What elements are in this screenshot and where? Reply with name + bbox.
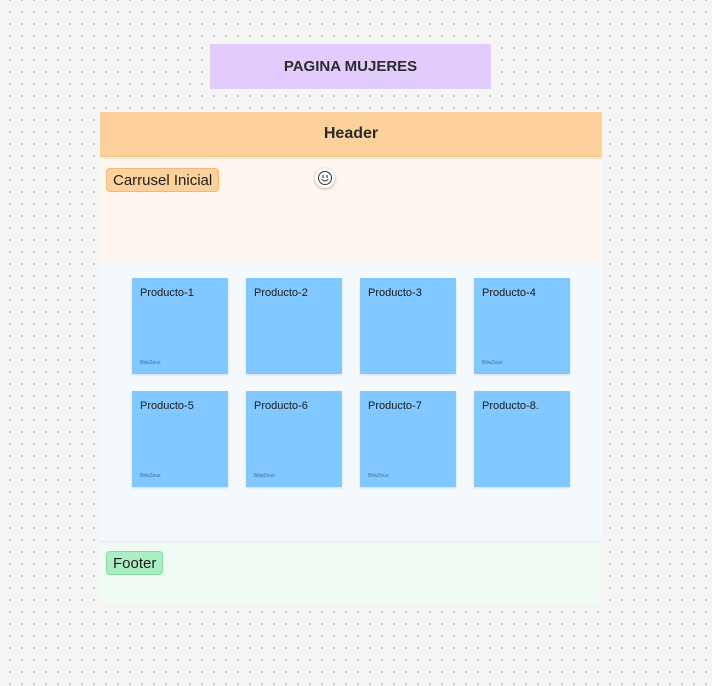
smiley-face-icon[interactable] xyxy=(315,168,335,188)
product-card-author: BitwZeus xyxy=(254,473,275,479)
header-label: Header xyxy=(323,125,379,142)
product-card-label: Producto-2 xyxy=(254,287,308,299)
product-card-8[interactable]: Producto-8. xyxy=(474,391,570,487)
product-card-label: Producto-7 xyxy=(368,400,422,412)
product-card-4[interactable]: Producto-4 BitwZeus xyxy=(474,278,570,374)
product-card-3[interactable]: Producto-3 xyxy=(360,278,456,374)
product-card-6[interactable]: Producto-6 BitwZeus xyxy=(246,391,342,487)
product-card-2[interactable]: Producto-2 xyxy=(246,278,342,374)
product-card-label: Producto-4 xyxy=(482,287,536,299)
products-section[interactable]: Producto-1 BitwZeus Producto-2 Producto-… xyxy=(100,261,602,542)
page-title: PAGINA MUJERES xyxy=(283,58,418,75)
product-card-label: Producto-1 xyxy=(140,287,194,299)
product-card-label: Producto-3 xyxy=(368,287,422,299)
product-card-author: BitwZeus xyxy=(482,360,503,366)
product-card-5[interactable]: Producto-5 BitwZeus xyxy=(132,391,228,487)
product-card-author: BitwZeus xyxy=(140,360,161,366)
product-card-1[interactable]: Producto-1 BitwZeus xyxy=(132,278,228,374)
product-card-author: BitwZeus xyxy=(368,473,389,479)
footer-section[interactable]: Footer xyxy=(100,542,602,603)
product-card-label: Producto-5 xyxy=(140,400,194,412)
header-section[interactable]: Header xyxy=(100,112,602,157)
footer-tag[interactable]: Footer xyxy=(106,551,164,575)
product-card-label: Producto-6 xyxy=(254,400,308,412)
product-card-author: BitwZeus xyxy=(140,473,161,479)
product-card-7[interactable]: Producto-7 BitwZeus xyxy=(360,391,456,487)
carrusel-tag[interactable]: Carrusel Inicial xyxy=(106,168,220,192)
carrusel-section[interactable]: Carrusel Inicial xyxy=(100,158,602,262)
page-title-sticky[interactable]: PAGINA MUJERES xyxy=(210,44,491,89)
product-card-label: Producto-8. xyxy=(482,400,539,412)
